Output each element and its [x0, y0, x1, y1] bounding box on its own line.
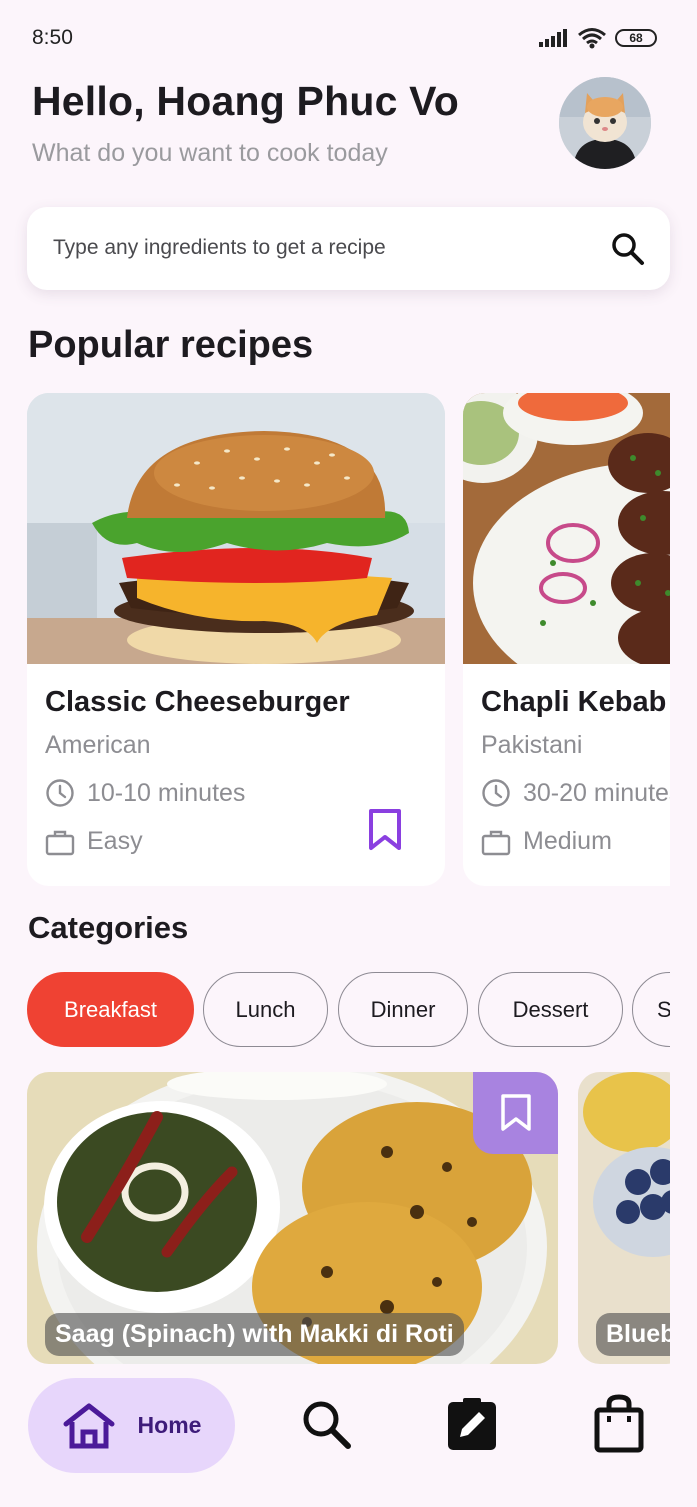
home-icon — [63, 1403, 115, 1448]
category-recipe-name: Saag (Spinach) with Makki di Roti — [45, 1313, 464, 1356]
chip-breakfast[interactable]: Breakfast — [27, 972, 194, 1047]
category-chips: Breakfast Lunch Dinner Dessert Snack — [27, 972, 670, 1048]
popular-recipes-title: Popular recipes — [28, 324, 314, 366]
recipe-difficulty-text: Easy — [87, 827, 143, 855]
bookmark-button[interactable] — [365, 808, 405, 852]
greeting-block: Hello, Hoang Phuc Vo What do you want to… — [32, 78, 459, 168]
greeting-subtitle: What do you want to cook today — [32, 139, 388, 167]
search-button[interactable] — [610, 231, 646, 267]
recipe-difficulty: Easy — [45, 827, 143, 856]
recipe-cuisine: Pakistani — [481, 731, 583, 759]
signal-icon — [539, 29, 567, 47]
search-bar — [27, 207, 670, 290]
recipe-time-text: 10-10 minutes — [87, 778, 246, 807]
clock-icon — [482, 779, 510, 807]
bookmark-icon — [369, 809, 401, 850]
briefcase-icon — [45, 830, 75, 855]
recipe-time: 30-20 minutes — [481, 778, 670, 808]
category-recipes-carousel[interactable]: Saag (Spinach) with Makki di Roti Bluebe… — [27, 1072, 670, 1364]
shopping-bag-icon — [594, 1394, 644, 1453]
battery-icon: 68 — [615, 29, 657, 47]
recipe-time: 10-10 minutes — [45, 778, 245, 808]
nav-my-recipes[interactable] — [445, 1396, 499, 1452]
avatar[interactable] — [559, 77, 651, 169]
chip-lunch[interactable]: Lunch — [203, 972, 328, 1047]
nav-home-label: Home — [137, 1412, 202, 1438]
battery-level: 68 — [629, 31, 643, 45]
chapli-kebab-image — [463, 393, 670, 664]
bookmark-icon — [500, 1094, 531, 1131]
greeting-title: Hello, Hoang Phuc Vo — [32, 78, 459, 124]
search-icon — [303, 1401, 351, 1449]
categories-title: Categories — [28, 910, 189, 945]
search-input[interactable] — [53, 227, 613, 269]
recipe-time-text: 30-20 minutes — [523, 778, 670, 807]
status-bar: 8:50 68 — [0, 0, 697, 70]
bookmark-button[interactable] — [473, 1072, 558, 1154]
edit-icon — [448, 1398, 496, 1450]
recipe-card[interactable]: Classic Cheeseburger American 10-10 minu… — [27, 393, 445, 886]
recipe-difficulty: Medium — [481, 827, 612, 856]
recipe-difficulty-text: Medium — [523, 827, 612, 855]
chip-dessert[interactable]: Dessert — [478, 972, 623, 1047]
recipe-name: Classic Cheeseburger — [45, 686, 350, 718]
status-time: 8:50 — [32, 26, 73, 49]
nav-search[interactable] — [300, 1398, 354, 1452]
recipe-cuisine: American — [45, 731, 151, 759]
category-recipe-card[interactable]: Blueberry — [578, 1072, 670, 1364]
bottom-navigation: Home — [0, 1364, 697, 1507]
cheeseburger-image — [27, 393, 445, 664]
clock-icon — [46, 779, 74, 807]
chip-snack[interactable]: Snack — [632, 972, 670, 1047]
wifi-icon — [578, 28, 606, 49]
category-recipe-name: Blueberry — [596, 1313, 670, 1356]
status-icons: 68 — [539, 27, 657, 49]
search-icon — [612, 233, 644, 265]
cat-avatar-image — [559, 77, 651, 169]
nav-home[interactable]: Home — [28, 1378, 235, 1473]
recipe-card[interactable]: Chapli Kebab Pakistani 30-20 minutes Med… — [463, 393, 670, 886]
category-recipe-card[interactable]: Saag (Spinach) with Makki di Roti — [27, 1072, 558, 1364]
recipe-name: Chapli Kebab — [481, 686, 667, 718]
briefcase-icon — [481, 830, 511, 855]
nav-shopping[interactable] — [593, 1394, 645, 1454]
popular-recipes-carousel[interactable]: Classic Cheeseburger American 10-10 minu… — [27, 393, 670, 886]
chip-dinner[interactable]: Dinner — [338, 972, 468, 1047]
